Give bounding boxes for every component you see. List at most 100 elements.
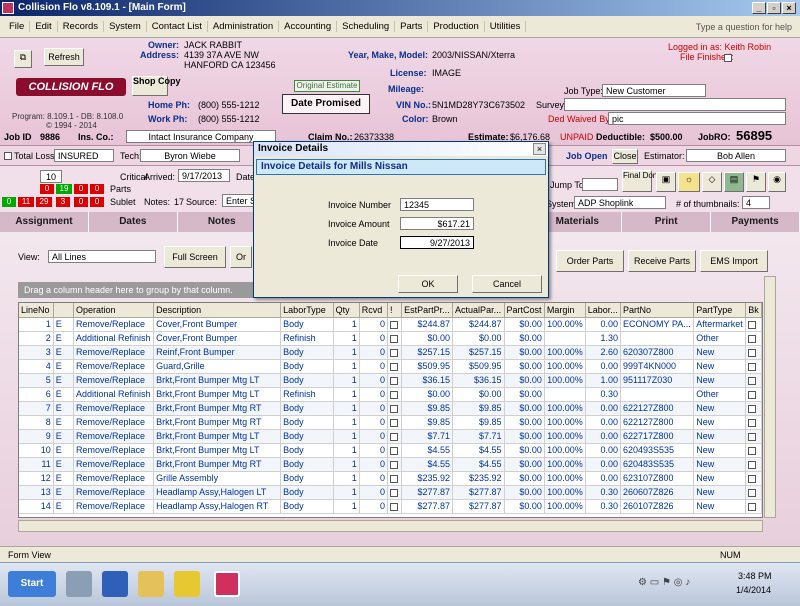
receive-parts-button[interactable]: Receive Parts	[628, 250, 696, 272]
row-bk-checkbox[interactable]	[748, 376, 757, 385]
menu-utilities[interactable]: Utilities	[485, 21, 527, 32]
row-bk-checkbox-cell[interactable]	[745, 317, 762, 332]
minimize-button[interactable]: _	[752, 2, 766, 14]
job-type-select[interactable]: New Customer	[602, 84, 706, 97]
row-flag-checkbox[interactable]	[390, 390, 399, 399]
ok-button[interactable]: OK	[398, 275, 458, 293]
table-row[interactable]: 13 E Remove/Replace Headlamp Assy,Halogen L…	[19, 485, 762, 500]
grid-column-header[interactable]: Qty	[333, 303, 360, 318]
table-row[interactable]: 3 E Remove/Replace Reinf,Front Bumper Body 1 0…	[19, 345, 762, 360]
grid-column-header[interactable]: LineNo	[19, 303, 54, 318]
row-bk-checkbox-cell[interactable]	[745, 485, 762, 500]
menu-parts[interactable]: Parts	[395, 21, 429, 32]
order-button-partial[interactable]: Or	[230, 246, 252, 268]
grid-column-header[interactable]: PartNo	[620, 303, 695, 318]
row-bk-checkbox-cell[interactable]	[745, 499, 762, 514]
row-bk-checkbox-cell[interactable]	[745, 443, 762, 458]
row-bk-checkbox[interactable]	[748, 446, 757, 455]
tab-payments[interactable]: Payments	[711, 212, 800, 232]
row-flag-checkbox[interactable]	[390, 460, 399, 469]
row-bk-checkbox-cell[interactable]	[745, 359, 762, 374]
table-row[interactable]: 12 E Remove/Replace Grille Assembly Body 1 0 $2…	[19, 471, 762, 486]
row-bk-checkbox[interactable]	[748, 418, 757, 427]
grid-column-header[interactable]: !	[387, 303, 403, 318]
table-row[interactable]: 10 E Remove/Replace Brkt,Front Bumper Mtg L…	[19, 443, 762, 458]
full-screen-button[interactable]: Full Screen	[164, 246, 226, 268]
ded-waived-input[interactable]: pic	[608, 112, 786, 125]
grid-column-header[interactable]: Operation	[73, 303, 155, 318]
help-search-input[interactable]: Type a question for help	[696, 22, 800, 32]
row-bk-checkbox[interactable]	[748, 320, 757, 329]
row-flag-checkbox[interactable]	[390, 488, 399, 497]
table-row[interactable]: 11 E Remove/Replace Brkt,Front Bumper Mtg R…	[19, 457, 762, 472]
table-row[interactable]: 2 E Additional Refinish Cover,Front Bumper R…	[19, 331, 762, 346]
dialog-close-button[interactable]: ×	[533, 143, 546, 155]
thumbnails-select[interactable]: 4	[742, 196, 770, 209]
table-row[interactable]: 8 E Remove/Replace Brkt,Front Bumper Mtg RT…	[19, 415, 762, 430]
arrived-date[interactable]: 9/17/2013	[178, 169, 230, 182]
estimator-select[interactable]: Bob Allen	[686, 149, 786, 162]
tab-print[interactable]: Print	[622, 212, 712, 232]
grid-column-header[interactable]: EstPartPr...	[401, 303, 454, 318]
row-flag-checkbox[interactable]	[390, 376, 399, 385]
row-flag-checkbox[interactable]	[390, 418, 399, 427]
row-bk-checkbox[interactable]	[748, 460, 757, 469]
scanner-icon[interactable]: ▤	[724, 172, 744, 192]
date-promised-button[interactable]: Date Promised	[282, 94, 370, 114]
system-select[interactable]: ADP Shoplink	[574, 196, 666, 209]
grid-column-header[interactable]: LaborType	[280, 303, 334, 318]
row-bk-checkbox[interactable]	[748, 432, 757, 441]
invoice-amount-input[interactable]: $617.21	[400, 217, 474, 230]
explorer-icon[interactable]	[138, 571, 164, 597]
row-bk-checkbox-cell[interactable]	[745, 387, 762, 402]
menu-system[interactable]: System	[104, 21, 147, 32]
grid-column-header[interactable]	[53, 303, 74, 318]
row-bk-checkbox[interactable]	[748, 502, 757, 511]
grid-column-header[interactable]: PartType	[693, 303, 747, 318]
table-row[interactable]: 6 E Additional Refinish Brkt,Front Bumper M…	[19, 387, 762, 402]
final-done-button[interactable]: Final Done!	[622, 170, 664, 192]
row-bk-checkbox[interactable]	[748, 488, 757, 497]
tab-dates[interactable]: Dates	[89, 212, 178, 232]
menu-edit[interactable]: Edit	[30, 21, 58, 32]
menu-contact-list[interactable]: Contact List	[147, 21, 208, 32]
row-bk-checkbox-cell[interactable]	[745, 457, 762, 472]
file-finished-checkbox[interactable]	[724, 54, 732, 62]
tab-assignment[interactable]: Assignment	[0, 212, 89, 232]
row-flag-checkbox[interactable]	[390, 404, 399, 413]
tech-select[interactable]: Byron Wiebe	[140, 149, 240, 162]
row-bk-checkbox-cell[interactable]	[745, 471, 762, 486]
insured-select[interactable]: INSURED	[54, 149, 114, 162]
row-bk-checkbox-cell[interactable]	[745, 373, 762, 388]
row-bk-checkbox[interactable]	[748, 390, 757, 399]
row-bk-checkbox[interactable]	[748, 362, 757, 371]
restore-button[interactable]: ▫	[767, 2, 781, 14]
collision-flo-taskbar-icon[interactable]	[214, 571, 240, 597]
row-flag-checkbox[interactable]	[390, 362, 399, 371]
table-row[interactable]: 1 E Remove/Replace Cover,Front Bumper Body 1 0…	[19, 317, 762, 332]
vertical-scrollbar[interactable]	[764, 276, 776, 518]
window-icon[interactable]: ⧉	[14, 50, 32, 68]
row-bk-checkbox-cell[interactable]	[745, 429, 762, 444]
grid-column-header[interactable]: Rcvd	[359, 303, 389, 318]
row-bk-checkbox-cell[interactable]	[745, 345, 762, 360]
grid-column-header[interactable]: ActualPar...	[452, 303, 505, 318]
survey-input[interactable]	[564, 98, 786, 111]
table-row[interactable]: 14 E Remove/Replace Headlamp Assy,Halogen R…	[19, 499, 762, 514]
cancel-button[interactable]: Cancel	[472, 275, 542, 293]
table-row[interactable]: 9 E Remove/Replace Brkt,Front Bumper Mtg LT…	[19, 429, 762, 444]
row-flag-checkbox[interactable]	[390, 446, 399, 455]
table-row[interactable]: 5 E Remove/Replace Brkt,Front Bumper Mtg LT…	[19, 373, 762, 388]
horizontal-scrollbar[interactable]	[18, 520, 763, 532]
grid-column-header[interactable]: Margin	[544, 303, 586, 318]
menu-administration[interactable]: Administration	[208, 21, 280, 32]
grid-column-header[interactable]: PartCost	[504, 303, 545, 318]
menu-production[interactable]: Production	[428, 21, 485, 32]
row-bk-checkbox-cell[interactable]	[745, 401, 762, 416]
menu-records[interactable]: Records	[58, 21, 105, 32]
row-flag-checkbox[interactable]	[390, 502, 399, 511]
view-select[interactable]: All Lines	[48, 250, 156, 263]
tray-icons[interactable]: ⚙ ▭ ⚑ ◎ ♪	[638, 577, 728, 591]
total-loss-checkbox[interactable]	[4, 152, 12, 160]
flag-icon[interactable]: ⚑	[746, 172, 766, 192]
